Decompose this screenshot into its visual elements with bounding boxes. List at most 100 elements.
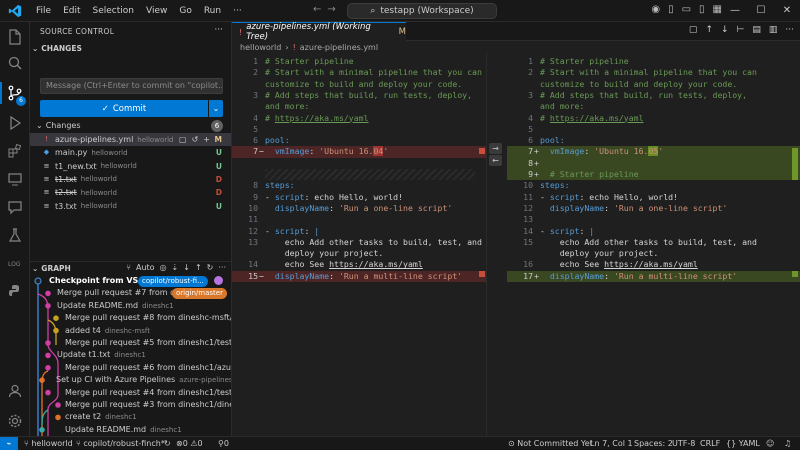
layout-controls: ◉ ▯ ▭ ▯ ▦ — [651, 4, 722, 15]
graph-commit-row[interactable]: Merge pull request #4 from dineshc1/test… — [30, 387, 231, 400]
refresh-icon[interactable]: ↻ — [207, 263, 214, 272]
changed-file-row[interactable]: ◆ main.py helloworld U — [30, 146, 231, 159]
graph-commit-row[interactable]: Set up CI with Azure Pipelines azure-pipe… — [30, 374, 231, 387]
encoding[interactable]: UTF-8 — [672, 437, 695, 450]
graph-commit-row[interactable]: Update README.md dineshc1 — [30, 300, 231, 313]
customize-layout-icon[interactable]: ▦ — [713, 4, 722, 15]
gitlens-icon[interactable]: LOG — [6, 254, 24, 272]
ports-indicator[interactable]: ⚲0 — [218, 437, 229, 450]
branch-repo[interactable]: ⑂ helloworld — [24, 437, 73, 450]
run-debug-icon[interactable] — [6, 114, 24, 132]
graph-commit-row[interactable]: added t4 dineshc-msft — [30, 325, 231, 338]
changes-group-header[interactable]: ⌄ Changes — [36, 121, 81, 130]
split-editor-icon[interactable]: ▥ — [769, 25, 778, 35]
close-icon[interactable]: ✕ — [774, 0, 800, 22]
branch-tag[interactable]: copilot/robust-fi... — [138, 276, 208, 287]
discard-changes-icon[interactable]: ↺ — [192, 135, 199, 144]
revert-arrow-icon[interactable]: → — [489, 143, 502, 154]
problems-indicator[interactable]: ⊗0 ⚠0 — [176, 437, 203, 450]
back-arrow-icon[interactable]: ← — [313, 4, 321, 15]
breadcrumb-file[interactable]: azure-pipelines.yml — [300, 43, 378, 52]
commit-message-input[interactable]: Message (Ctrl+Enter to commit on "copilo… — [40, 78, 223, 94]
commit-dropdown-button[interactable]: ⌄ — [209, 100, 223, 117]
branch-indicator[interactable]: ⑂ copilot/robust-finch* — [76, 437, 165, 450]
graph-commit-row[interactable]: Merge pull request #8 from dineshc-msft/… — [30, 312, 231, 325]
previous-change-icon[interactable]: ↑ — [705, 25, 713, 35]
toggle-panel-icon[interactable]: ▭ — [682, 4, 691, 15]
changed-file-row[interactable]: ≡ t3.txt helloworld U — [30, 200, 231, 213]
graph-commit-row[interactable]: Merge pull request #7 from dine... origin… — [30, 287, 231, 300]
maximize-icon[interactable]: ☐ — [748, 0, 774, 22]
search-icon[interactable] — [6, 54, 24, 72]
source-control-badge: 6 — [16, 96, 26, 106]
cursor-position[interactable]: Ln 7, Col 1 — [590, 437, 633, 450]
toggle-secondary-sidebar-icon[interactable]: ▯ — [699, 4, 705, 15]
graph-commit-row[interactable]: Update t1.txt dineshc1 — [30, 349, 231, 362]
line-ending[interactable]: CRLF — [700, 437, 720, 450]
push-icon[interactable]: ↑ — [195, 263, 202, 272]
menu-run[interactable]: Run — [198, 6, 227, 16]
graph-commit-row[interactable]: Merge pull request #5 from dineshc1/test… — [30, 337, 231, 350]
revert-arrow-icon[interactable]: ← — [489, 155, 502, 166]
open-file-icon[interactable]: ▢ — [689, 25, 698, 35]
minimize-icon[interactable]: — — [722, 0, 748, 22]
indentation[interactable]: Spaces: 2 — [634, 437, 673, 450]
menu-go[interactable]: Go — [173, 6, 197, 16]
remote-indicator[interactable]: ⌁ — [0, 437, 18, 450]
graph-commit-row[interactable]: Checkpoint from VS Co... copilot/robust-f… — [30, 275, 231, 288]
stage-changes-icon[interactable]: + — [203, 135, 210, 144]
menu-file[interactable]: File — [30, 6, 57, 16]
notifications-icon[interactable]: ♫ — [784, 437, 791, 450]
command-center[interactable]: ⌕ testapp (Workspace) — [347, 3, 497, 19]
menu-selection[interactable]: Selection — [87, 6, 140, 16]
line-number: 7 — [528, 146, 533, 157]
stage-icon[interactable]: ⊢ — [737, 25, 745, 35]
graph-commit-row[interactable]: Merge pull request #6 from dineshc1/azur… — [30, 362, 231, 375]
diff-modified-pane[interactable]: 1 # Starter pipeline 2 # Start with a minim… — [507, 53, 800, 436]
menu-view[interactable]: View — [140, 6, 173, 16]
more-icon[interactable]: ··· — [785, 25, 794, 35]
language-mode[interactable]: {} YAML — [726, 437, 760, 450]
menu-edit[interactable]: Edit — [57, 6, 86, 16]
graph-branch-icon[interactable]: ⑂ — [126, 263, 131, 272]
sidebar-more-icon[interactable]: ··· — [214, 25, 223, 35]
diff-original-pane[interactable]: 1 # Starter pipeline 2 # Start with a minim… — [232, 53, 486, 436]
breadcrumb-folder[interactable]: helloworld — [240, 43, 281, 52]
menu-more[interactable]: ··· — [227, 6, 248, 16]
extensions-icon[interactable] — [6, 142, 24, 160]
graph-commit-row[interactable]: Update README.md dineshc1 — [30, 424, 231, 436]
changed-file-row[interactable]: ≡ t1_new.txt helloworld U — [30, 160, 231, 173]
graph-auto-label[interactable]: Auto — [136, 263, 155, 272]
git-blame[interactable]: ⊙ Not Committed Yet — [508, 437, 593, 450]
copilot-icon[interactable]: ◉ — [651, 4, 660, 15]
graph-section-header[interactable]: ⌄ GRAPH ⑂ Auto ◎ ⇣ ↓ ↑ ↻ ··· — [30, 261, 231, 275]
copilot-status-icon[interactable]: ☺ — [766, 437, 774, 450]
fetch-icon[interactable]: ⇣ — [172, 263, 179, 272]
graph-commit-row[interactable]: Merge pull request #3 from dineshc1/dine… — [30, 399, 231, 412]
pull-icon[interactable]: ↓ — [183, 263, 190, 272]
open-file-icon[interactable]: ▢ — [179, 135, 187, 144]
testing-icon[interactable] — [6, 226, 24, 244]
toggle-sidebar-icon[interactable]: ▯ — [668, 4, 674, 15]
graph-commit-row[interactable]: create t2 dineshc1 — [30, 411, 231, 424]
forward-arrow-icon[interactable]: → — [327, 4, 335, 15]
chat-icon[interactable] — [6, 198, 24, 216]
explorer-icon[interactable] — [6, 28, 24, 46]
commit-button[interactable]: ✓ Commit — [40, 100, 208, 117]
changed-file-row[interactable]: ≡ t1.txt helloworld D — [30, 173, 231, 186]
sync-icon[interactable]: ↻ — [164, 437, 171, 450]
accounts-icon[interactable] — [6, 382, 24, 400]
code-text: # https://aka.ms/yaml — [265, 112, 369, 123]
next-change-icon[interactable]: ↓ — [721, 25, 729, 35]
more-icon[interactable]: ··· — [218, 263, 226, 272]
changed-file-row[interactable]: ! azure-pipelines.yml helloworld ▢ ↺ + M — [30, 133, 231, 146]
python-icon[interactable] — [6, 282, 24, 300]
manage-gear-icon[interactable] — [6, 412, 24, 430]
tab-azure-pipelines[interactable]: ! azure-pipelines.yml (Working Tree) M — [232, 22, 406, 42]
branch-tag[interactable]: origin/master — [172, 288, 227, 300]
changes-section-header[interactable]: ⌄ CHANGES — [32, 44, 82, 53]
remote-explorer-icon[interactable] — [6, 170, 24, 188]
target-icon[interactable]: ◎ — [160, 263, 167, 272]
toggle-inline-icon[interactable]: ▤ — [752, 25, 761, 35]
changed-file-row[interactable]: ≡ t2.txt helloworld D — [30, 186, 231, 199]
